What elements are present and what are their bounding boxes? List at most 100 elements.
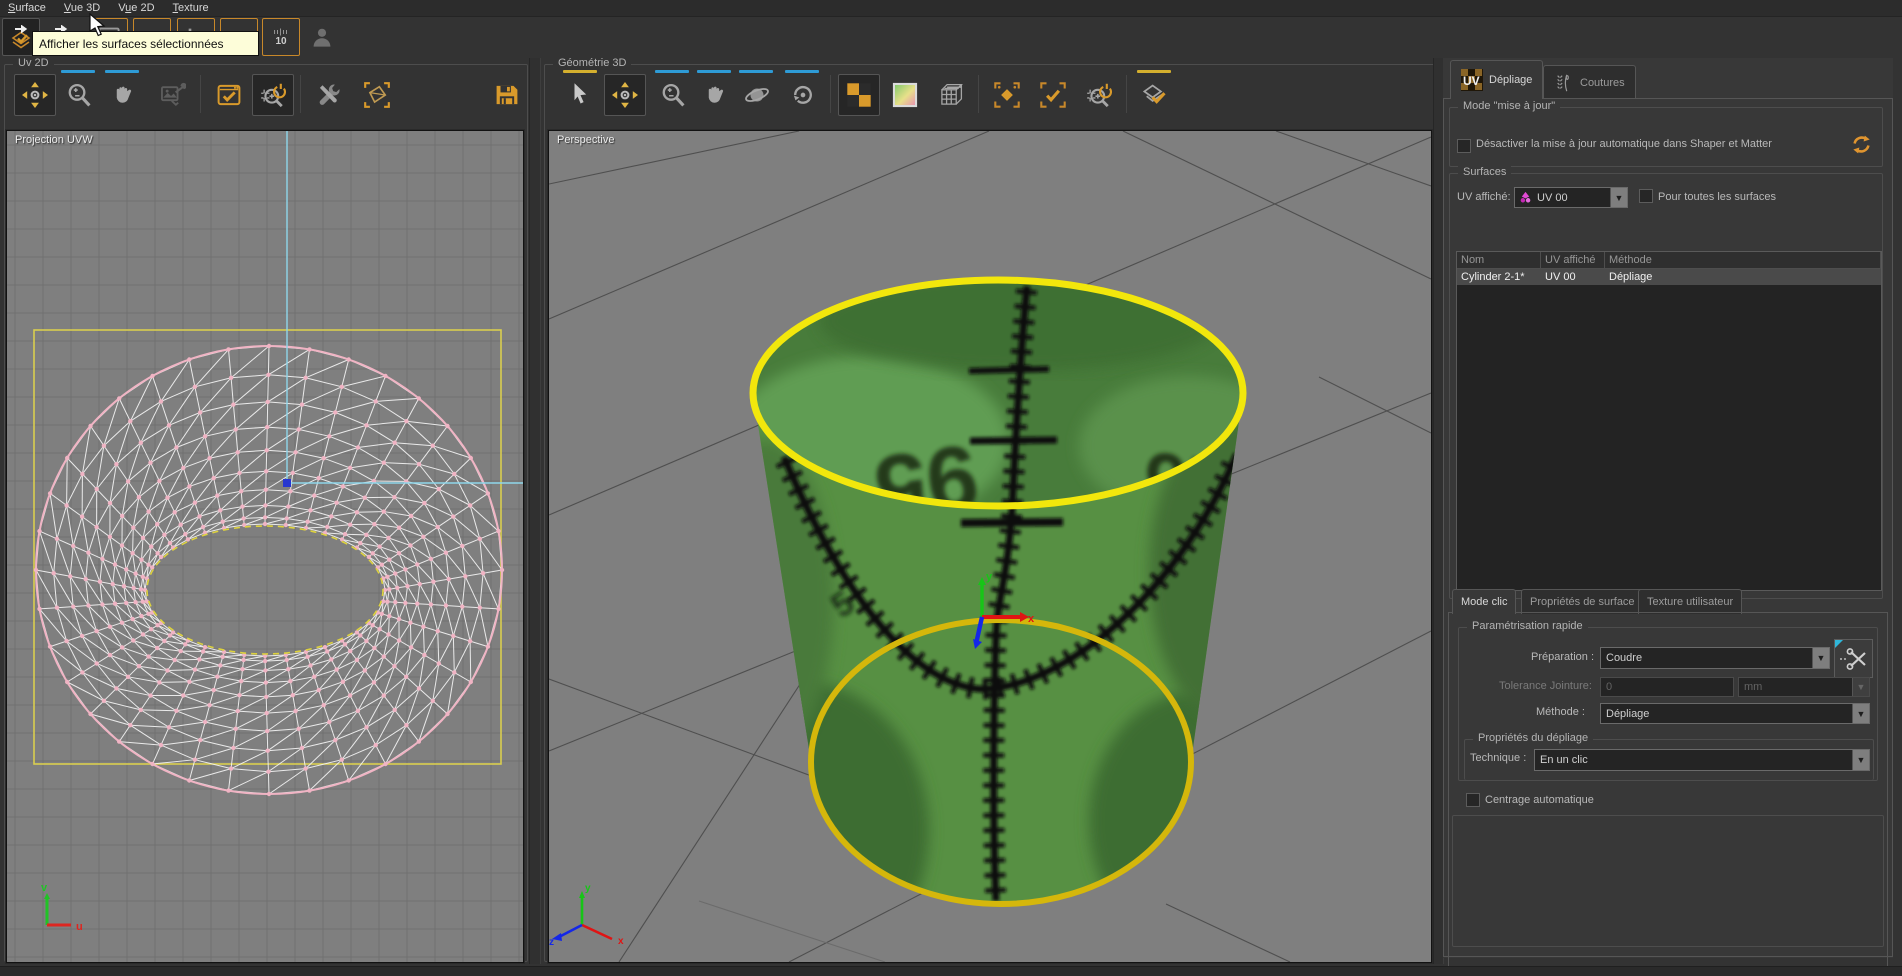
- surfaces-table: Nom UV affiché Méthode Cylinder 2-1* UV …: [1456, 251, 1882, 591]
- uv-displayed-dropdown[interactable]: UV 00 ▼: [1514, 187, 1628, 208]
- quad-select-icon: [364, 82, 390, 108]
- sew-scissors-button[interactable]: [1834, 639, 1873, 678]
- all-surfaces-checkbox[interactable]: [1639, 189, 1653, 203]
- geo3d-surface-check-button[interactable]: [1134, 74, 1176, 116]
- geo3d-viewport-label: Perspective: [557, 134, 614, 146]
- svg-text:x: x: [1028, 613, 1035, 625]
- uv-inner-seam-ellipse: [147, 526, 383, 654]
- dropdown-arrow-icon: ▼: [1852, 678, 1869, 696]
- refresh-icon[interactable]: [1851, 134, 1872, 155]
- disable-auto-update-checkbox[interactable]: [1457, 139, 1471, 153]
- uv-checker-icon: UV: [1461, 69, 1483, 91]
- move-icon: [22, 82, 48, 108]
- move-icon: [612, 82, 638, 108]
- uv-projection-canvas: v u: [7, 131, 523, 962]
- geo3d-select-tool[interactable]: [560, 74, 602, 116]
- uv2d-panel-title: Uv 2D: [13, 57, 54, 69]
- uv2d-export-image-button[interactable]: [152, 74, 194, 116]
- perspective-canvas: 95 26 5 6 5: [549, 131, 1431, 962]
- gradient-icon: [892, 82, 918, 108]
- geo3d-zoom-tool[interactable]: [652, 74, 694, 116]
- uv2d-check-window-button[interactable]: [208, 74, 250, 116]
- geo3d-roll-tool[interactable]: [782, 74, 824, 116]
- preparation-dropdown[interactable]: Coudre ▼: [1600, 647, 1830, 669]
- geo3d-frame-check-button[interactable]: [1032, 74, 1074, 116]
- geo3d-wireframe-display-button[interactable]: [930, 74, 972, 116]
- geo3d-panel-title: Géométrie 3D: [553, 57, 631, 69]
- corner-marker-icon: [1835, 640, 1843, 648]
- geo3d-frame-diamond-button[interactable]: [986, 74, 1028, 116]
- uv2d-tools-button[interactable]: [308, 74, 350, 116]
- texel-badge: 10: [275, 37, 286, 46]
- tooltip: Afficher les surfaces sélectionnées: [32, 31, 259, 56]
- empty-options-area: [1452, 815, 1884, 947]
- uv-displayed-label: UV affiché:: [1457, 191, 1511, 203]
- svg-text:u: u: [76, 921, 83, 933]
- svg-text:UV: UV: [1463, 74, 1480, 88]
- technique-dropdown[interactable]: En un clic ▼: [1534, 749, 1870, 771]
- all-surfaces-label: Pour toutes les surfaces: [1658, 191, 1776, 203]
- tab-depliage-label: Dépliage: [1489, 74, 1532, 86]
- menu-bar: Surface Vue 3D Vue 2D Texture: [0, 0, 1902, 17]
- table-row[interactable]: Cylinder 2-1* UV 00 Dépliage: [1457, 269, 1881, 285]
- menu-surface[interactable]: Surface: [0, 1, 56, 16]
- geo3d-pan-tool[interactable]: [694, 74, 736, 116]
- quick-param-title: Paramétrisation rapide: [1467, 620, 1588, 632]
- tab-mode-clic[interactable]: Mode clic: [1452, 589, 1516, 614]
- zoom-icon: [660, 82, 686, 108]
- svg-text:6: 6: [1070, 889, 1129, 962]
- uv2d-move-tool[interactable]: [14, 74, 56, 116]
- person-icon: [310, 25, 334, 49]
- dropdown-arrow-icon: ▼: [1852, 704, 1869, 723]
- tab-texture-utilisateur[interactable]: Texture utilisateur: [1638, 589, 1742, 614]
- menu-texture[interactable]: Texture: [165, 1, 219, 16]
- auto-center-checkbox[interactable]: [1466, 793, 1480, 807]
- geo3d-gradient-display-button[interactable]: [884, 74, 926, 116]
- geo3d-orbit-tool[interactable]: [736, 74, 778, 116]
- uv2d-save-button[interactable]: [486, 74, 528, 116]
- method-dropdown[interactable]: Dépliage ▼: [1600, 703, 1870, 724]
- dropdown-arrow-icon: ▼: [1812, 648, 1829, 668]
- tolerance-unit-dropdown[interactable]: mm ▼: [1738, 677, 1870, 697]
- tools-icon: [316, 82, 342, 108]
- magnifier-power-icon: [1086, 82, 1112, 108]
- surfaces-table-header[interactable]: Nom UV affiché Méthode: [1457, 252, 1881, 269]
- orientation-axis-gizmo: y x z: [549, 883, 624, 948]
- disable-auto-update-label: Désactiver la mise à jour automatique da…: [1476, 138, 1772, 150]
- splitter-left[interactable]: [529, 58, 541, 964]
- preparation-label: Préparation :: [1508, 651, 1594, 663]
- surface-check-icon: [1142, 82, 1168, 108]
- uv-shell-icon: [1519, 191, 1532, 204]
- frame-diamond-icon: [994, 82, 1020, 108]
- user-button[interactable]: [303, 18, 341, 56]
- geo3d-move-tool[interactable]: [604, 74, 646, 116]
- uv2d-viewport[interactable]: Projection UVW v u: [6, 130, 524, 963]
- application-window: 0bd Surface Vue 3D Vue 2D Texture ıı|ıı …: [0, 0, 1902, 976]
- orbit-icon: [744, 82, 770, 108]
- uv-wireframe-mesh: [34, 344, 504, 796]
- menu-vue-2d[interactable]: Vue 2D: [110, 1, 164, 16]
- mouse-cursor: [88, 13, 110, 39]
- tab-coutures-label: Coutures: [1580, 77, 1625, 89]
- right-panel: UV Dépliage Coutures Mode "mise à jour" …: [1443, 58, 1893, 958]
- save-icon: [494, 82, 520, 108]
- geo3d-checker-display-button[interactable]: [838, 74, 880, 116]
- svg-text:y: y: [585, 883, 591, 894]
- tolerance-input[interactable]: 0: [1600, 677, 1734, 697]
- geo3d-auto-zoom-button[interactable]: [1078, 74, 1120, 116]
- tab-depliage[interactable]: UV Dépliage: [1450, 60, 1543, 99]
- svg-text:y: y: [986, 571, 993, 583]
- geo3d-viewport[interactable]: Perspective: [548, 130, 1432, 963]
- seam-needle-icon: [1554, 73, 1574, 93]
- uv2d-pan-tool[interactable]: [102, 74, 144, 116]
- uv2d-zoom-tool[interactable]: [58, 74, 100, 116]
- tolerance-label: Tolerance Jointure:: [1499, 680, 1592, 692]
- tab-coutures[interactable]: Coutures: [1543, 65, 1636, 99]
- svg-text:v: v: [41, 882, 48, 894]
- uv2d-quad-select-button[interactable]: [356, 74, 398, 116]
- uv2d-auto-zoom-button[interactable]: [252, 74, 294, 116]
- technique-label: Technique :: [1470, 752, 1526, 764]
- texel-density-button[interactable]: ıı|ıı 10: [262, 18, 300, 56]
- update-mode-title: Mode "mise à jour": [1458, 100, 1560, 112]
- tab-proprietes-surface[interactable]: Propriétés de surface: [1521, 589, 1644, 614]
